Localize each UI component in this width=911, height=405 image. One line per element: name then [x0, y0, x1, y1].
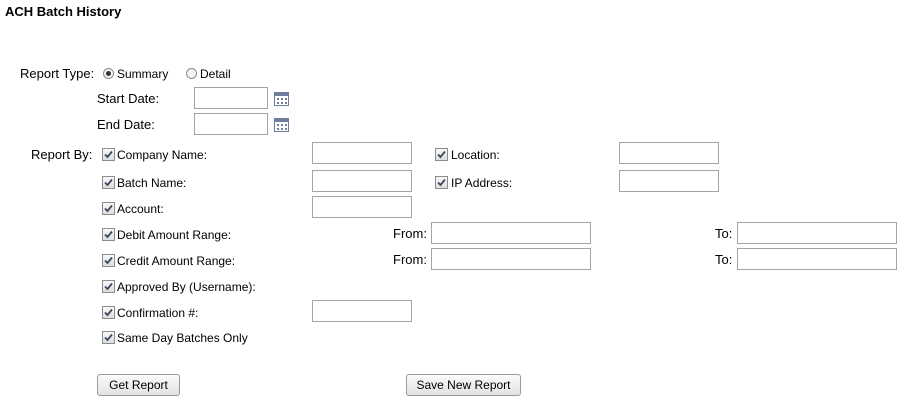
credit-from-label: From:	[393, 252, 427, 267]
credit-range-checkbox[interactable]	[102, 254, 115, 267]
debit-to-label: To:	[715, 226, 733, 241]
debit-range-label: Debit Amount Range:	[117, 228, 232, 242]
debit-from-input[interactable]	[431, 222, 591, 244]
account-label: Account:	[117, 202, 164, 216]
confirmation-input[interactable]	[312, 300, 412, 322]
save-new-report-button[interactable]: Save New Report	[406, 374, 521, 396]
credit-to-label: To:	[715, 252, 733, 267]
same-day-label: Same Day Batches Only	[117, 331, 248, 345]
summary-radio-label[interactable]: Summary	[117, 67, 168, 81]
batch-name-checkbox[interactable]	[102, 176, 115, 189]
batch-name-input[interactable]	[312, 170, 412, 192]
company-name-input[interactable]	[312, 142, 412, 164]
detail-radio[interactable]	[186, 68, 197, 79]
approved-by-label: Approved By (Username):	[117, 280, 256, 294]
confirmation-checkbox[interactable]	[102, 306, 115, 319]
company-name-label: Company Name:	[117, 148, 208, 162]
batch-name-label: Batch Name:	[117, 176, 187, 190]
company-name-checkbox[interactable]	[102, 148, 115, 161]
account-input[interactable]	[312, 196, 412, 218]
start-date-input[interactable]	[194, 87, 268, 109]
debit-range-checkbox[interactable]	[102, 228, 115, 241]
credit-to-input[interactable]	[737, 248, 897, 270]
report-type-label: Report Type:	[20, 66, 95, 81]
start-date-calendar-icon[interactable]	[274, 92, 289, 106]
same-day-checkbox[interactable]	[102, 331, 115, 344]
credit-range-label: Credit Amount Range:	[117, 254, 236, 268]
detail-radio-label[interactable]: Detail	[200, 67, 231, 81]
end-date-input[interactable]	[194, 113, 268, 135]
location-input[interactable]	[619, 142, 719, 164]
credit-from-input[interactable]	[431, 248, 591, 270]
end-date-calendar-icon[interactable]	[274, 118, 289, 132]
start-date-label: Start Date:	[97, 91, 160, 106]
ip-address-label: IP Address:	[451, 176, 513, 190]
debit-to-input[interactable]	[737, 222, 897, 244]
debit-from-label: From:	[393, 226, 427, 241]
location-label: Location:	[451, 148, 500, 162]
get-report-button[interactable]: Get Report	[97, 374, 180, 396]
approved-by-checkbox[interactable]	[102, 280, 115, 293]
ip-address-input[interactable]	[619, 170, 719, 192]
end-date-label: End Date:	[97, 117, 155, 132]
ip-address-checkbox[interactable]	[435, 176, 448, 189]
account-checkbox[interactable]	[102, 202, 115, 215]
confirmation-label: Confirmation #:	[117, 306, 199, 320]
report-by-label: Report By:	[31, 147, 93, 162]
page-title: ACH Batch History	[5, 4, 122, 19]
summary-radio[interactable]	[103, 68, 114, 79]
location-checkbox[interactable]	[435, 148, 448, 161]
